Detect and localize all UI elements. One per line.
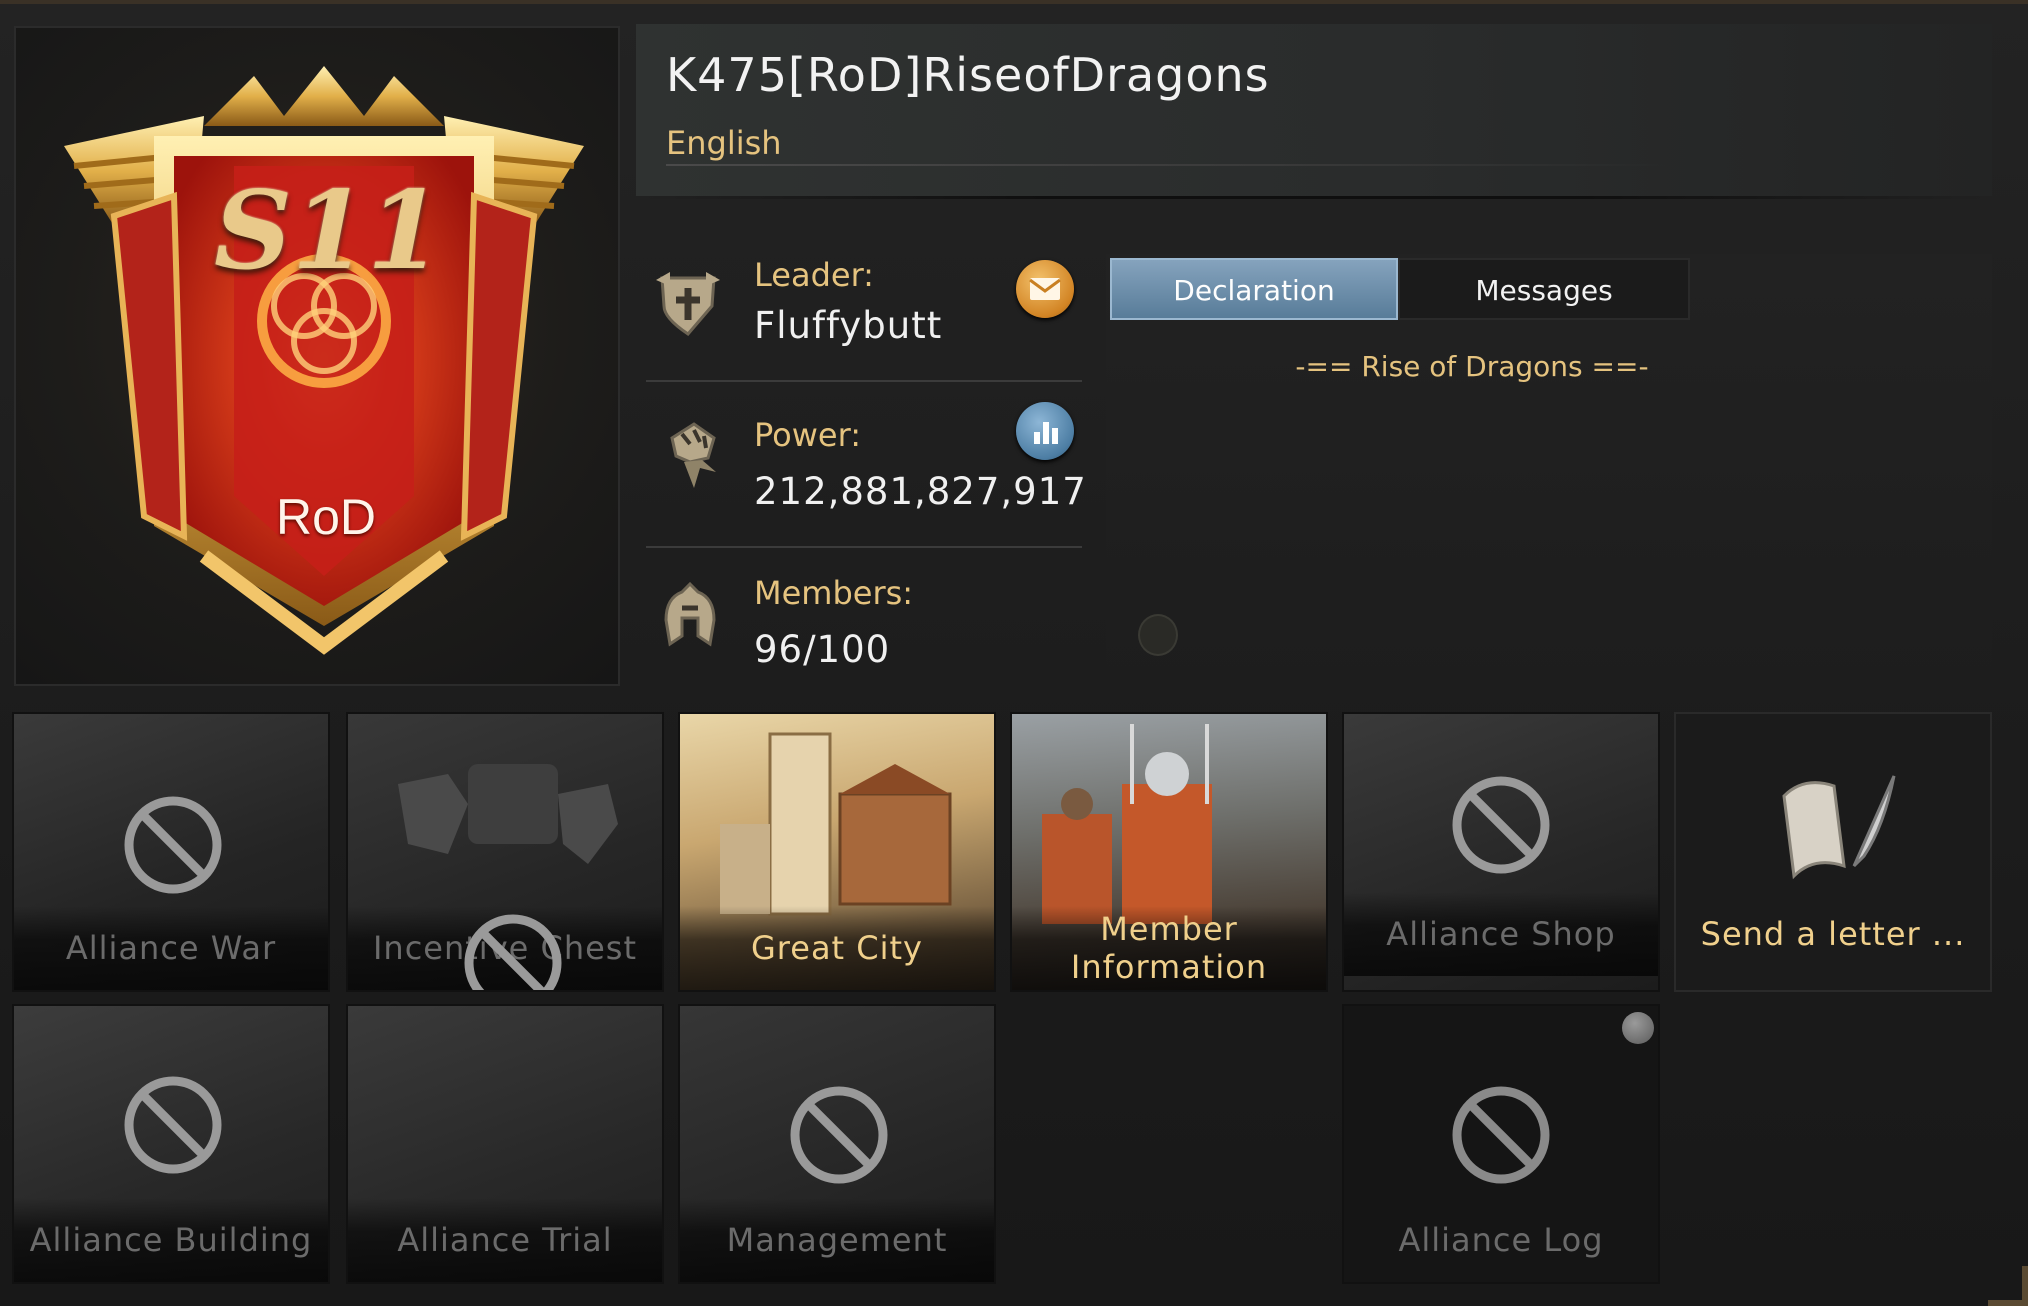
- stats-divider-2: [646, 546, 1082, 548]
- tile-label: Alliance Building: [14, 1198, 328, 1282]
- tile-alliance-war[interactable]: Alliance War: [12, 712, 330, 992]
- letter-quill-icon: [1782, 775, 1896, 880]
- disabled-icon: [124, 796, 222, 894]
- tile-label: Alliance War: [14, 906, 328, 990]
- disabled-icon: [1452, 1086, 1550, 1184]
- knights-icon: [1042, 724, 1212, 924]
- header-divider: [636, 196, 1992, 199]
- tile-label: Send a letter ...: [1700, 915, 1966, 953]
- disabled-icon: [1452, 776, 1550, 874]
- notification-dot: [1622, 1012, 1654, 1044]
- alliance-emblem-panel: S11 RoD: [14, 26, 620, 686]
- tile-alliance-shop[interactable]: Alliance Shop: [1342, 712, 1660, 992]
- alliance-language: English: [666, 124, 782, 162]
- tile-label: Alliance Log: [1398, 1221, 1604, 1259]
- tile-send-letter[interactable]: Send a letter ...: [1674, 712, 1992, 992]
- leader-label: Leader:: [754, 256, 874, 294]
- stats-divider-1: [646, 380, 1082, 382]
- chest-shields-icon: [398, 764, 618, 864]
- members-value: 96/100: [754, 628, 891, 671]
- tile-management[interactable]: Management: [678, 1004, 996, 1284]
- bar-chart-icon: [1034, 422, 1058, 444]
- helmet-icon: [664, 581, 716, 647]
- tile-alliance-trial[interactable]: Alliance Trial: [346, 1004, 664, 1284]
- power-label: Power:: [754, 416, 861, 454]
- disabled-icon: [790, 1086, 888, 1184]
- emblem-tag-label: RoD: [275, 489, 377, 545]
- tile-label: Great City: [680, 906, 994, 990]
- window-corner: [1988, 1266, 2028, 1306]
- disabled-icon: [124, 1076, 222, 1174]
- language-underline: [666, 164, 1666, 166]
- members-label: Members:: [754, 574, 914, 612]
- tab-declaration[interactable]: Declaration: [1110, 258, 1398, 320]
- leader-shield-icon: [656, 272, 720, 336]
- tile-alliance-building[interactable]: Alliance Building: [12, 1004, 330, 1284]
- power-fist-icon: [670, 422, 716, 488]
- emblem-season-label: S11: [214, 168, 443, 294]
- tile-alliance-log[interactable]: Alliance Log: [1342, 1004, 1660, 1284]
- disabled-icon: [464, 914, 562, 990]
- leader-value: Fluffybutt: [754, 304, 943, 347]
- tile-incentive-chest[interactable]: Incentive Chest: [346, 712, 664, 992]
- power-stats-button[interactable]: [1016, 402, 1074, 460]
- tab-messages[interactable]: Messages: [1398, 258, 1690, 320]
- tile-great-city[interactable]: Great City: [678, 712, 996, 992]
- tile-label: Member Information: [1012, 906, 1326, 990]
- edit-declaration-icon[interactable]: [1138, 614, 1178, 656]
- tile-label: Alliance Shop: [1344, 892, 1658, 976]
- great-city-icon: [720, 732, 952, 916]
- tile-label: Alliance Trial: [348, 1198, 662, 1282]
- mail-leader-button[interactable]: [1016, 260, 1074, 318]
- alliance-banner-icon: [64, 66, 584, 655]
- mail-icon: [1029, 278, 1061, 300]
- alliance-name: K475[RoD]RiseofDragons: [666, 48, 1270, 102]
- declaration-text: -== Rise of Dragons ==-: [1295, 350, 1649, 383]
- power-value: 212,881,827,917: [754, 470, 1087, 513]
- tile-label: Management: [680, 1198, 994, 1282]
- tile-member-information[interactable]: Member Information: [1010, 712, 1328, 992]
